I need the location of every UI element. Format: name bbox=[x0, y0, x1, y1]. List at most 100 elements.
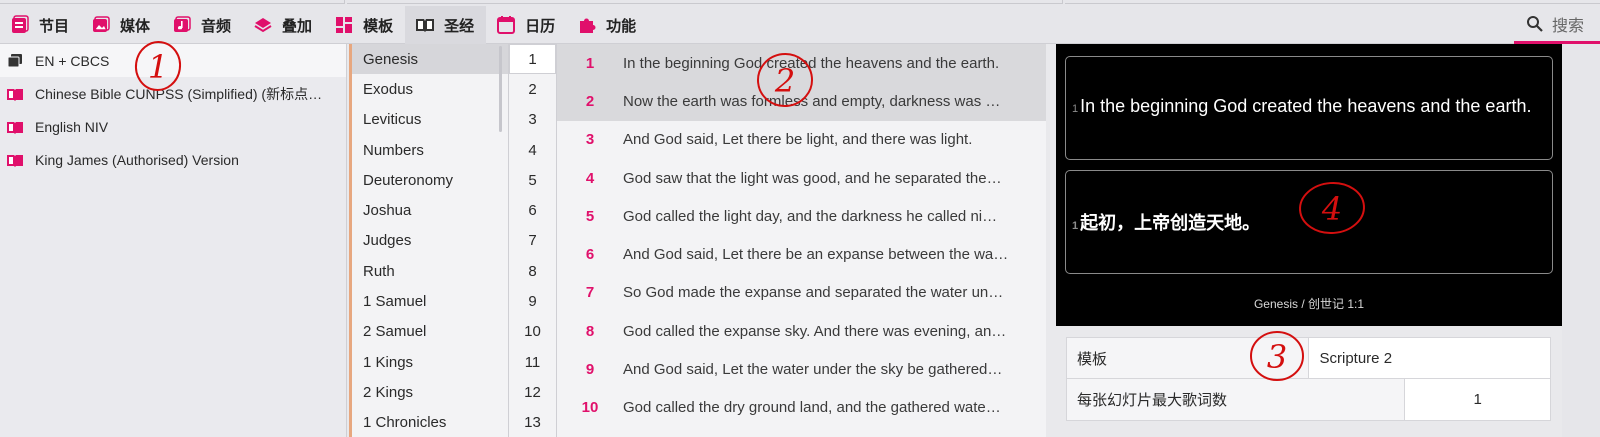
tab-functions[interactable]: 功能 bbox=[567, 6, 648, 44]
list-item[interactable]: English NIV bbox=[0, 110, 346, 143]
bible-icon bbox=[7, 154, 23, 167]
list-item[interactable]: Joshua bbox=[352, 195, 508, 225]
list-item[interactable]: 7 So God made the expanse and separated t… bbox=[557, 274, 1046, 312]
list-item[interactable]: Deuteronomy bbox=[352, 165, 508, 195]
list-item[interactable]: 8 bbox=[509, 256, 556, 286]
template-select[interactable]: Scripture 2 bbox=[1308, 338, 1550, 378]
list-item[interactable]: 2 Kings bbox=[352, 377, 508, 407]
calendar-icon bbox=[497, 16, 516, 34]
list-item[interactable]: 8 God called the expanse sky. And there w… bbox=[557, 312, 1046, 350]
list-item[interactable]: 1 Chronicles bbox=[352, 408, 508, 437]
list-item[interactable]: Ruth bbox=[352, 256, 508, 286]
list-item[interactable]: 2 Samuel bbox=[352, 317, 508, 347]
chapter-number: 3 bbox=[528, 111, 537, 129]
verse-text: God called the dry ground land, and the … bbox=[623, 399, 1001, 417]
preview-slide-english[interactable]: 1 In the beginning God created the heaven… bbox=[1065, 56, 1553, 160]
main-tabs: 节目 媒体 音频 叠加 模板 圣经 日历 功能 bbox=[0, 6, 648, 44]
tab-label: 圣经 bbox=[444, 17, 475, 35]
list-item[interactable]: Genesis bbox=[352, 44, 508, 75]
books-list: Genesis Exodus Leviticus Numbers Deutero… bbox=[349, 44, 508, 437]
top-divider bbox=[1065, 0, 1600, 4]
scripture-reference: Genesis / 创世记 1:1 bbox=[1253, 297, 1365, 311]
book-label: Deuteronomy bbox=[363, 171, 454, 189]
chapter-number: 6 bbox=[528, 202, 537, 220]
tab-label: 媒体 bbox=[120, 17, 151, 35]
puzzle-icon bbox=[580, 18, 596, 33]
top-divider bbox=[0, 0, 345, 4]
list-item[interactable]: Exodus bbox=[352, 74, 508, 104]
tab-label: 模板 bbox=[363, 17, 394, 35]
list-item[interactable]: 3 And God said, Let there be light, and t… bbox=[557, 121, 1046, 159]
max-lines-input[interactable]: 1 bbox=[1405, 379, 1550, 420]
list-item[interactable]: 9 And God said, Let the water under the s… bbox=[557, 350, 1046, 388]
chapters-list: 1 2 3 4 5 6 7 8 9 10 11 12 13 bbox=[508, 44, 556, 437]
source-label: EN + CBCS bbox=[35, 52, 110, 69]
list-item[interactable]: 2 Now the earth was formless and empty, d… bbox=[557, 82, 1046, 121]
list-item[interactable]: 11 bbox=[509, 347, 556, 377]
chapter-number: 11 bbox=[524, 353, 541, 371]
table-row: 模板 Scripture 2 bbox=[1066, 337, 1551, 379]
tab-audio[interactable]: 音频 bbox=[162, 6, 243, 44]
verse-number: 4 bbox=[585, 169, 595, 187]
book-open-icon bbox=[416, 19, 435, 32]
tab-label: 功能 bbox=[606, 17, 637, 35]
tab-calendar[interactable]: 日历 bbox=[486, 6, 567, 44]
list-item[interactable]: 4 God saw that the light was good, and he… bbox=[557, 159, 1046, 197]
tab-media[interactable]: 媒体 bbox=[81, 6, 162, 44]
book-label: 1 Chronicles bbox=[363, 414, 447, 432]
list-item[interactable]: Judges bbox=[352, 226, 508, 256]
right-edge-panel bbox=[1562, 44, 1600, 437]
list-item[interactable]: 3 bbox=[509, 105, 556, 135]
chapter-number: 12 bbox=[524, 383, 541, 401]
list-item[interactable]: 9 bbox=[509, 286, 556, 316]
chapter-number: 10 bbox=[524, 323, 541, 341]
bible-icon bbox=[7, 88, 23, 101]
tab-bible[interactable]: 圣经 bbox=[405, 6, 487, 44]
verse-number: 10 bbox=[581, 399, 599, 417]
book-label: Numbers bbox=[363, 141, 424, 159]
preview-slide-chinese[interactable]: 1 起初，上帝创造天地。 bbox=[1065, 170, 1553, 274]
list-item[interactable]: Numbers bbox=[352, 135, 508, 165]
book-label: Ruth bbox=[363, 262, 395, 280]
list-item[interactable]: 12 bbox=[509, 377, 556, 407]
list-item[interactable]: 6 And God said, Let there be an expanse b… bbox=[557, 235, 1046, 273]
list-item[interactable]: 1 Kings bbox=[352, 347, 508, 377]
slide-preview: 1 In the beginning God created the heaven… bbox=[1056, 44, 1562, 326]
properties-table: 模板 Scripture 2 每张幻灯片最大歌词数 1 bbox=[1066, 337, 1551, 421]
list-item[interactable]: 13 bbox=[509, 408, 556, 437]
source-label: Chinese Bible CUNPSS (Simplified) (新标点… bbox=[35, 85, 323, 102]
verse-number: 1 bbox=[1072, 220, 1079, 232]
source-label: English NIV bbox=[35, 118, 109, 135]
list-item[interactable]: 4 bbox=[509, 135, 556, 165]
list-item[interactable]: 10 God called the dry ground land, and th… bbox=[557, 389, 1046, 427]
list-item[interactable]: 1 Samuel bbox=[352, 286, 508, 316]
list-item[interactable]: 1 bbox=[509, 44, 556, 75]
chapter-number: 1 bbox=[528, 50, 537, 68]
list-item[interactable]: 5 bbox=[509, 165, 556, 195]
verses-list: 1 In the beginning God created the heaven… bbox=[556, 44, 1046, 437]
tab-overlays[interactable]: 叠加 bbox=[243, 6, 324, 44]
list-item[interactable]: 10 bbox=[509, 317, 556, 347]
list-item[interactable]: 7 bbox=[509, 226, 556, 256]
list-item[interactable]: EN + CBCS bbox=[0, 44, 346, 77]
list-item[interactable]: Leviticus bbox=[352, 105, 508, 135]
search-field[interactable]: 搜索 bbox=[1514, 6, 1600, 44]
book-label: 2 Samuel bbox=[363, 323, 427, 341]
list-item[interactable]: 6 bbox=[509, 195, 556, 225]
book-label: 2 Kings bbox=[363, 383, 414, 401]
slide-text: 起初，上帝创造天地。 bbox=[1080, 213, 1261, 233]
list-item[interactable]: 1 In the beginning God created the heaven… bbox=[557, 44, 1046, 83]
property-key: 每张幻灯片最大歌词数 bbox=[1067, 379, 1406, 420]
scrollbar[interactable] bbox=[499, 46, 502, 132]
list-item[interactable]: Chinese Bible CUNPSS (Simplified) (新标点… bbox=[0, 77, 346, 110]
list-item[interactable]: 5 God called the light day, and the darkn… bbox=[557, 197, 1046, 235]
verse-number: 7 bbox=[585, 284, 595, 302]
tab-templates[interactable]: 模板 bbox=[324, 6, 405, 44]
tab-shows[interactable]: 节目 bbox=[0, 6, 81, 44]
list-item[interactable]: King James (Authorised) Version bbox=[0, 143, 346, 176]
chapter-number: 9 bbox=[528, 293, 537, 311]
chapter-number: 8 bbox=[528, 262, 537, 280]
tab-label: 叠加 bbox=[282, 17, 313, 35]
book-label: Exodus bbox=[363, 80, 414, 98]
list-item[interactable]: 2 bbox=[509, 74, 556, 104]
